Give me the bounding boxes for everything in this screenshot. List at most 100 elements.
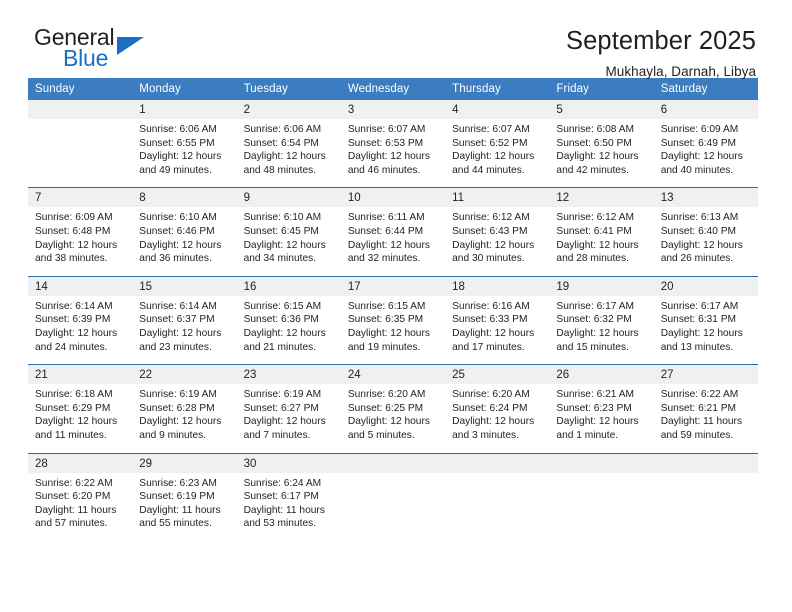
day-sunrise-text: Sunrise: 6:20 AM bbox=[347, 389, 426, 401]
day-daylight-2-text: and 30 minutes. bbox=[452, 253, 525, 265]
day-daylight-2-text: and 46 minutes. bbox=[347, 164, 421, 176]
day-daylight-1-text: Daylight: 12 hours bbox=[243, 151, 326, 163]
day-sunset-text: Sunset: 6:50 PM bbox=[556, 137, 632, 149]
day-cell[interactable]: 16 Sunrise: 6:15 AM Sunset: 6:36 PM Dayligh… bbox=[236, 275, 341, 365]
day-details: Sunrise: 6:22 AM Sunset: 6:21 PM Daylight:… bbox=[654, 384, 758, 452]
day-cell-empty bbox=[340, 452, 446, 541]
day-number: 18 bbox=[445, 276, 550, 296]
day-cell[interactable]: 2 Sunrise: 6:06 AM Sunset: 6:54 PM Daylight… bbox=[236, 100, 341, 188]
calendar-week-row: 7 Sunrise: 6:09 AM Sunset: 6:48 PM Daylight… bbox=[28, 187, 758, 277]
day-daylight-1-text: Daylight: 12 hours bbox=[35, 327, 118, 339]
day-sunset-text: Sunset: 6:48 PM bbox=[35, 225, 111, 237]
day-number: 7 bbox=[28, 188, 133, 208]
day-cell[interactable]: 6 Sunrise: 6:09 AM Sunset: 6:49 PM Daylight… bbox=[653, 100, 758, 188]
day-daylight-1-text: Daylight: 12 hours bbox=[556, 151, 639, 163]
day-sunset-text: Sunset: 6:44 PM bbox=[347, 225, 424, 237]
day-daylight-2-text: and 28 minutes. bbox=[556, 253, 629, 265]
day-sunrise-text: Sunrise: 6:18 AM bbox=[35, 389, 113, 401]
day-number: 23 bbox=[236, 365, 341, 385]
weekday-header-sunday: Sunday bbox=[28, 78, 133, 100]
day-daylight-2-text: and 24 minutes. bbox=[35, 341, 108, 353]
day-cell[interactable]: 21 Sunrise: 6:18 AM Sunset: 6:29 PM Dayligh… bbox=[28, 364, 133, 453]
day-daylight-1-text: Daylight: 12 hours bbox=[347, 239, 430, 251]
day-daylight-2-text: and 53 minutes. bbox=[243, 518, 317, 530]
weekday-header-thursday: Thursday bbox=[445, 78, 550, 100]
day-details: Sunrise: 6:13 AM Sunset: 6:40 PM Daylight:… bbox=[654, 207, 758, 275]
day-cell[interactable]: 25 Sunrise: 6:20 AM Sunset: 6:24 PM Dayligh… bbox=[445, 364, 550, 453]
day-cell[interactable]: 9 Sunrise: 6:10 AM Sunset: 6:45 PM Daylight… bbox=[236, 187, 341, 277]
day-cell[interactable]: 28 Sunrise: 6:22 AM Sunset: 6:20 PM Dayligh… bbox=[28, 452, 133, 541]
day-cell[interactable]: 29 Sunrise: 6:23 AM Sunset: 6:19 PM Dayligh… bbox=[132, 452, 237, 541]
day-cell[interactable]: 30 Sunrise: 6:24 AM Sunset: 6:17 PM Dayligh… bbox=[236, 452, 341, 541]
day-cell[interactable]: 3 Sunrise: 6:07 AM Sunset: 6:53 PM Daylight… bbox=[340, 100, 446, 188]
day-daylight-1-text: Daylight: 12 hours bbox=[347, 151, 430, 163]
day-cell[interactable]: 15 Sunrise: 6:14 AM Sunset: 6:37 PM Dayligh… bbox=[132, 275, 237, 365]
day-cell[interactable]: 27 Sunrise: 6:22 AM Sunset: 6:21 PM Dayligh… bbox=[653, 364, 758, 453]
day-details: Sunrise: 6:07 AM Sunset: 6:53 PM Daylight:… bbox=[341, 119, 445, 187]
brand-logo[interactable]: General Blue bbox=[34, 26, 154, 74]
day-cell[interactable]: 10 Sunrise: 6:11 AM Sunset: 6:44 PM Dayligh… bbox=[340, 187, 446, 277]
day-sunset-text: Sunset: 6:36 PM bbox=[243, 314, 319, 326]
day-daylight-2-text: and 19 minutes. bbox=[347, 341, 421, 353]
day-sunset-text: Sunset: 6:45 PM bbox=[243, 225, 319, 237]
day-sunrise-text: Sunrise: 6:12 AM bbox=[556, 212, 634, 224]
day-daylight-1-text: Daylight: 12 hours bbox=[556, 239, 639, 251]
day-number: 22 bbox=[132, 365, 237, 385]
day-sunrise-text: Sunrise: 6:19 AM bbox=[139, 389, 217, 401]
day-daylight-2-text: and 26 minutes. bbox=[660, 253, 734, 265]
day-cell[interactable]: 22 Sunrise: 6:19 AM Sunset: 6:28 PM Dayligh… bbox=[132, 364, 237, 453]
weekday-header-friday: Friday bbox=[549, 78, 654, 100]
calendar-week-row: 14 Sunrise: 6:14 AM Sunset: 6:39 PM Dayligh… bbox=[28, 275, 758, 365]
day-daylight-2-text: and 44 minutes. bbox=[452, 164, 525, 176]
day-sunrise-text: Sunrise: 6:20 AM bbox=[452, 389, 530, 401]
day-cell[interactable]: 13 Sunrise: 6:13 AM Sunset: 6:40 PM Dayligh… bbox=[653, 187, 758, 277]
day-cell[interactable]: 18 Sunrise: 6:16 AM Sunset: 6:33 PM Dayligh… bbox=[445, 275, 550, 365]
day-cell[interactable]: 19 Sunrise: 6:17 AM Sunset: 6:32 PM Dayligh… bbox=[549, 275, 654, 365]
day-details: Sunrise: 6:15 AM Sunset: 6:35 PM Daylight:… bbox=[341, 296, 445, 364]
day-number: 25 bbox=[445, 365, 550, 385]
day-cell[interactable]: 14 Sunrise: 6:14 AM Sunset: 6:39 PM Dayligh… bbox=[28, 275, 133, 365]
day-cell[interactable]: 8 Sunrise: 6:10 AM Sunset: 6:46 PM Daylight… bbox=[132, 187, 237, 277]
day-number: 4 bbox=[445, 100, 550, 119]
day-details: Sunrise: 6:22 AM Sunset: 6:20 PM Daylight:… bbox=[28, 473, 132, 541]
day-details: Sunrise: 6:12 AM Sunset: 6:41 PM Daylight:… bbox=[549, 207, 653, 275]
day-cell[interactable]: 1 Sunrise: 6:06 AM Sunset: 6:55 PM Daylight… bbox=[132, 100, 237, 188]
day-cell[interactable]: 26 Sunrise: 6:21 AM Sunset: 6:23 PM Dayligh… bbox=[549, 364, 654, 453]
day-daylight-1-text: Daylight: 12 hours bbox=[35, 239, 118, 251]
day-daylight-1-text: Daylight: 12 hours bbox=[556, 416, 639, 428]
day-daylight-2-text: and 3 minutes. bbox=[452, 429, 519, 441]
day-daylight-2-text: and 23 minutes. bbox=[139, 341, 212, 353]
day-sunset-text: Sunset: 6:54 PM bbox=[243, 137, 319, 149]
day-sunrise-text: Sunrise: 6:10 AM bbox=[243, 212, 322, 224]
day-number: 19 bbox=[549, 276, 654, 296]
day-daylight-2-text: and 21 minutes. bbox=[243, 341, 317, 353]
day-cell[interactable]: 20 Sunrise: 6:17 AM Sunset: 6:31 PM Dayligh… bbox=[653, 275, 758, 365]
day-sunset-text: Sunset: 6:19 PM bbox=[139, 491, 215, 503]
day-cell[interactable]: 12 Sunrise: 6:12 AM Sunset: 6:41 PM Dayligh… bbox=[549, 187, 654, 277]
day-daylight-1-text: Daylight: 12 hours bbox=[139, 416, 222, 428]
day-details: Sunrise: 6:08 AM Sunset: 6:50 PM Daylight:… bbox=[549, 119, 653, 187]
day-number: 8 bbox=[132, 188, 237, 208]
day-details: Sunrise: 6:15 AM Sunset: 6:36 PM Daylight:… bbox=[237, 296, 341, 364]
day-sunset-text: Sunset: 6:24 PM bbox=[452, 402, 528, 414]
day-cell[interactable]: 23 Sunrise: 6:19 AM Sunset: 6:27 PM Dayligh… bbox=[236, 364, 341, 453]
day-sunset-text: Sunset: 6:35 PM bbox=[347, 314, 424, 326]
day-sunset-text: Sunset: 6:37 PM bbox=[139, 314, 215, 326]
day-cell[interactable]: 5 Sunrise: 6:08 AM Sunset: 6:50 PM Daylight… bbox=[549, 100, 654, 188]
day-cell[interactable]: 4 Sunrise: 6:07 AM Sunset: 6:52 PM Daylight… bbox=[445, 100, 550, 188]
day-daylight-2-text: and 57 minutes. bbox=[35, 518, 108, 530]
day-daylight-1-text: Daylight: 12 hours bbox=[347, 327, 430, 339]
day-cell[interactable]: 17 Sunrise: 6:15 AM Sunset: 6:35 PM Dayligh… bbox=[340, 275, 446, 365]
day-details: Sunrise: 6:06 AM Sunset: 6:54 PM Daylight:… bbox=[237, 119, 341, 187]
day-sunrise-text: Sunrise: 6:07 AM bbox=[347, 124, 426, 135]
day-sunrise-text: Sunrise: 6:12 AM bbox=[452, 212, 530, 224]
weekday-header-wednesday: Wednesday bbox=[340, 78, 446, 100]
day-number: 3 bbox=[340, 100, 446, 119]
day-cell[interactable]: 24 Sunrise: 6:20 AM Sunset: 6:25 PM Dayligh… bbox=[340, 364, 446, 453]
day-cell[interactable]: 11 Sunrise: 6:12 AM Sunset: 6:43 PM Dayligh… bbox=[445, 187, 550, 277]
day-number: 17 bbox=[340, 276, 446, 296]
day-details: Sunrise: 6:20 AM Sunset: 6:25 PM Daylight:… bbox=[341, 384, 445, 452]
day-sunrise-text: Sunrise: 6:19 AM bbox=[243, 389, 322, 401]
day-sunrise-text: Sunrise: 6:10 AM bbox=[139, 212, 217, 224]
day-cell[interactable]: 7 Sunrise: 6:09 AM Sunset: 6:48 PM Daylight… bbox=[28, 187, 133, 277]
